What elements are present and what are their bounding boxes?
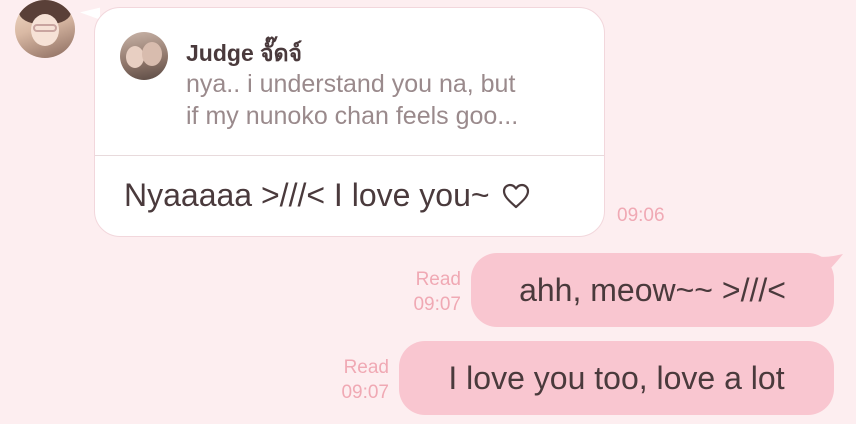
heart-icon bbox=[502, 180, 530, 217]
reply-avatar-face-left bbox=[126, 46, 144, 68]
incoming-message-bubble[interactable]: Judge จั๊ดจ์ nya.. i understand you na, … bbox=[94, 7, 605, 237]
outgoing-message-time: 09:07 bbox=[413, 294, 461, 315]
reply-text-line-2: if my nunoko chan feels goo... bbox=[186, 102, 519, 130]
reply-avatar bbox=[120, 32, 168, 80]
reply-avatar-face-right bbox=[142, 42, 162, 66]
outgoing-bubble-tail bbox=[814, 254, 843, 276]
reply-sender-name: Judge จั๊ดจ์ bbox=[186, 40, 303, 66]
read-receipt-label: Read bbox=[415, 269, 461, 290]
read-receipt-label: Read bbox=[343, 357, 389, 378]
outgoing-message-bubble[interactable]: I love you too, love a lot bbox=[399, 341, 834, 415]
incoming-message-time: 09:06 bbox=[617, 205, 665, 226]
avatar-glasses bbox=[33, 24, 57, 32]
outgoing-message-time: 09:07 bbox=[341, 382, 389, 403]
incoming-message-text-row: Nyaaaaa >///< I love you~ bbox=[124, 177, 530, 217]
reply-text-line-1: nya.. i understand you na, but bbox=[186, 70, 516, 98]
reply-preview[interactable]: Judge จั๊ดจ์ nya.. i understand you na, … bbox=[95, 8, 604, 156]
outgoing-message-bubble[interactable]: ahh, meow~~ >///< bbox=[471, 253, 834, 327]
incoming-message-text: Nyaaaaa >///< I love you~ bbox=[124, 177, 490, 213]
sender-avatar[interactable] bbox=[15, 0, 75, 58]
